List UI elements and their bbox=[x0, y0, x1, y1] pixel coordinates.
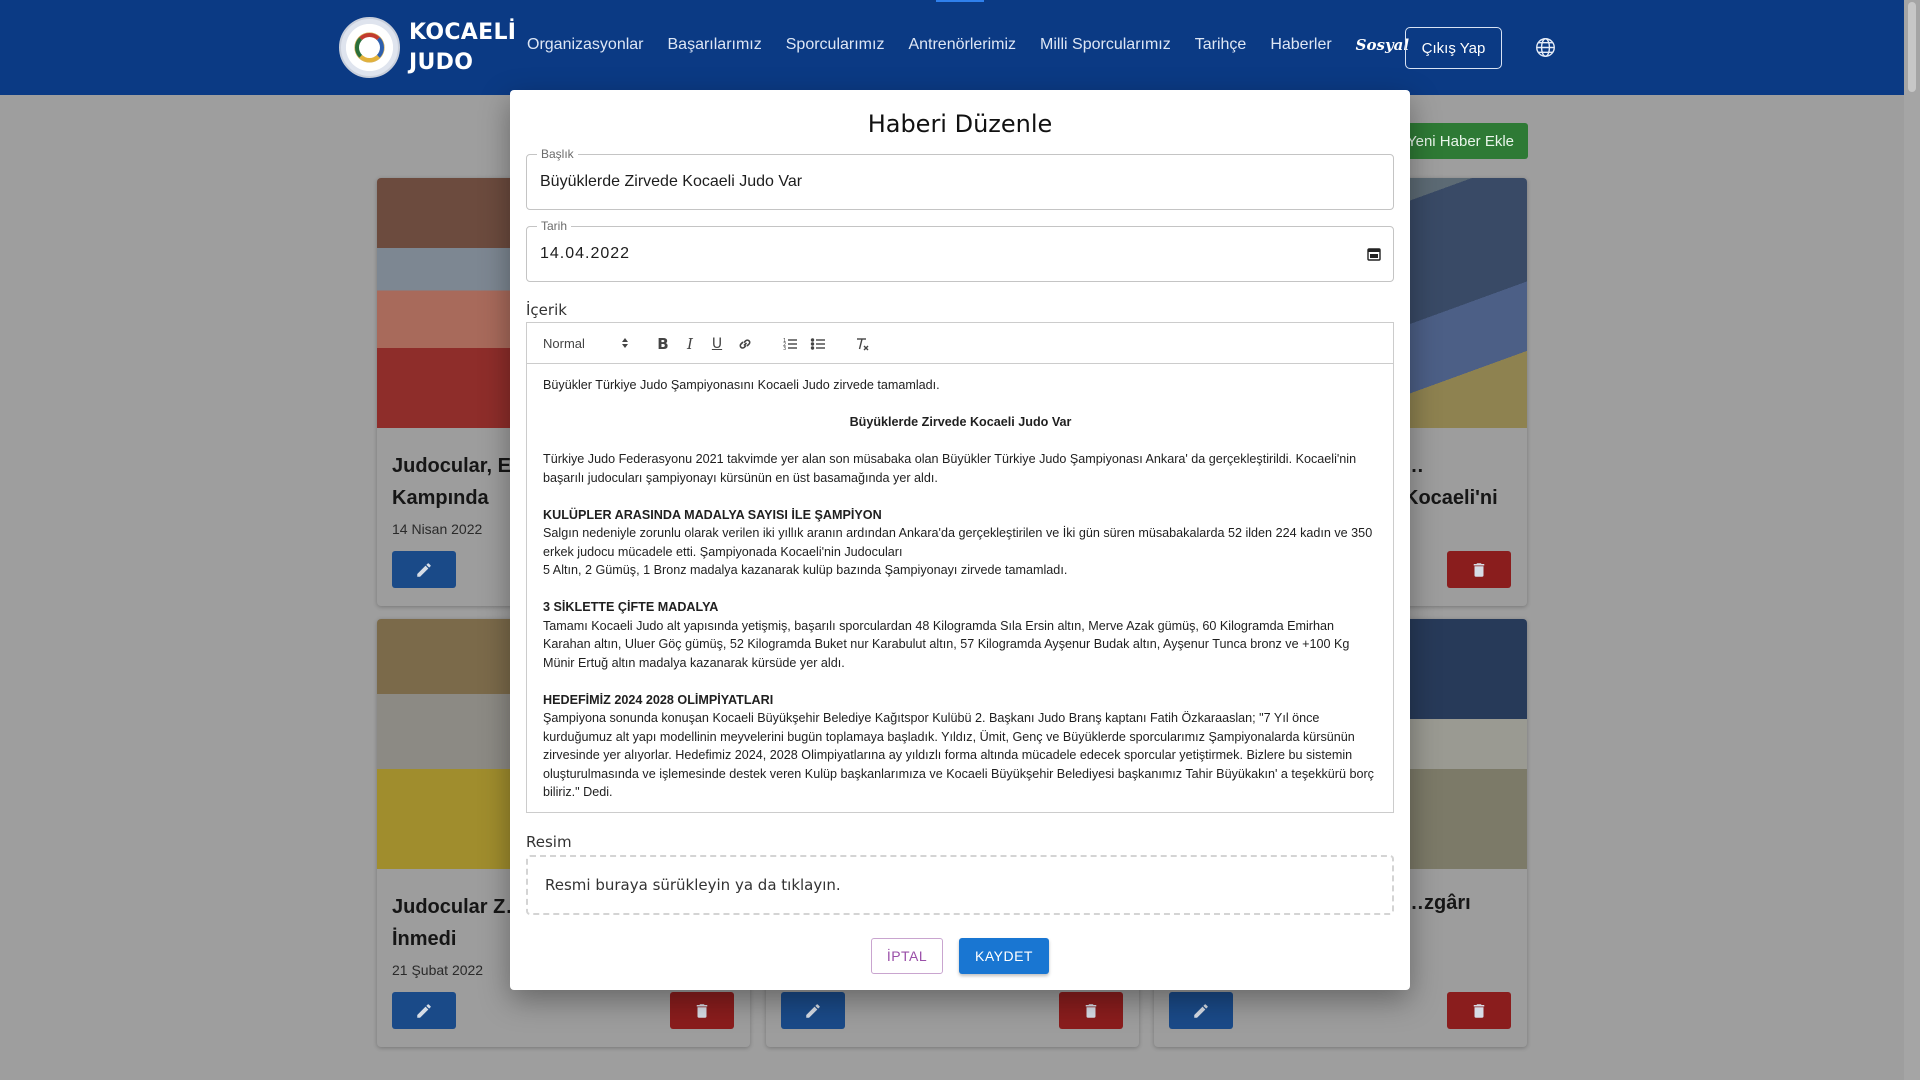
trash-icon bbox=[1473, 562, 1485, 577]
date-field-label: Tarih bbox=[537, 219, 572, 233]
content-intro: Büyükler Türkiye Judo Şampiyonasını Koca… bbox=[543, 378, 940, 392]
content-label: İçerik bbox=[526, 301, 567, 319]
edit-news-button[interactable] bbox=[392, 551, 456, 588]
nav-antrenorlerimiz[interactable]: Antrenörlerimiz bbox=[908, 36, 1016, 54]
editor-content[interactable]: Büyükler Türkiye Judo Şampiyonasını Koca… bbox=[543, 376, 1378, 802]
nav-tarihce[interactable]: Tarihçe bbox=[1195, 36, 1247, 54]
content-heading: 3 SİKLETTE ÇİFTE MADALYA bbox=[543, 600, 719, 614]
save-button[interactable]: KAYDET bbox=[959, 938, 1049, 974]
brand-name[interactable]: KOCAELİ JUDO bbox=[409, 18, 516, 78]
link-icon bbox=[739, 339, 751, 349]
format-select-value: Normal bbox=[543, 335, 585, 351]
logout-button[interactable]: Çıkış Yap bbox=[1405, 27, 1502, 69]
content-paragraph: Tamamı Kocaeli Judo alt yapısında yetişm… bbox=[543, 618, 1350, 670]
delete-news-button[interactable] bbox=[1447, 551, 1511, 588]
edit-news-dialog: Haberi Düzenle Başlık Tarih 14.04.2022 İ… bbox=[510, 90, 1410, 990]
delete-news-button[interactable] bbox=[1447, 992, 1511, 1029]
ordered-list-button[interactable]: 1 2 3 bbox=[780, 334, 800, 354]
nav-active-indicator bbox=[936, 0, 984, 2]
title-field[interactable]: Başlık bbox=[526, 147, 1394, 210]
nav-organizasyonlar[interactable]: Organizasyonlar bbox=[527, 36, 644, 54]
nav-sosyal[interactable]: Sosyal bbox=[1356, 36, 1409, 54]
content-heading: KULÜPLER ARASINDA MADALYA SAYISI İLE ŞAM… bbox=[543, 507, 882, 522]
rich-text-editor[interactable]: Normal B I U 1 2 3 Büyükler Türkiye Judo… bbox=[526, 322, 1394, 813]
content-paragraph: Şampiyona sonunda konuşan Kocaeli Büyükş… bbox=[543, 711, 1374, 799]
title-field-label: Başlık bbox=[537, 147, 578, 161]
delete-news-button[interactable] bbox=[1059, 992, 1123, 1029]
bullet-list-button[interactable] bbox=[808, 334, 828, 354]
edit-news-button[interactable] bbox=[781, 992, 845, 1029]
brand-line-2: JUDO bbox=[409, 50, 474, 75]
trash-icon bbox=[696, 1003, 708, 1018]
ordered-list-icon: 1 2 3 bbox=[783, 338, 797, 352]
title-input[interactable] bbox=[540, 173, 1360, 191]
clear-format-icon bbox=[857, 338, 869, 351]
date-field[interactable]: Tarih 14.04.2022 bbox=[526, 219, 1394, 282]
bullet-list-icon bbox=[810, 338, 825, 350]
trash-icon bbox=[1473, 1003, 1485, 1018]
bold-button[interactable]: B bbox=[653, 334, 673, 354]
dialog-title: Haberi Düzenle bbox=[867, 110, 1053, 138]
nav-milli-sporcularimiz[interactable]: Milli Sporcularımız bbox=[1040, 36, 1171, 54]
editor-toolbar: Normal B I U 1 2 3 bbox=[527, 323, 1393, 364]
brand-line-1: KOCAELİ bbox=[409, 20, 517, 45]
italic-button[interactable]: I bbox=[680, 334, 700, 354]
image-label: Resim bbox=[526, 833, 572, 851]
nav-links: Organizasyonlar Başarılarımız Sporcuları… bbox=[527, 36, 1433, 54]
image-dropzone[interactable]: Resmi buraya sürükleyin ya da tıklayın. bbox=[526, 855, 1394, 915]
content-paragraph: Salgın nedeniyle zorunlu olarak verilen … bbox=[543, 526, 1373, 559]
news-card-date: 14 Nisan 2022 bbox=[392, 521, 483, 537]
format-select[interactable]: Normal bbox=[543, 333, 629, 353]
pencil-icon bbox=[1194, 1003, 1208, 1018]
globe-icon[interactable] bbox=[1535, 37, 1556, 58]
underline-button[interactable]: U bbox=[707, 334, 727, 354]
news-card-title: …Kocaeli'ni bbox=[1404, 455, 1498, 509]
navbar: KOCAELİ JUDO Organizasyonlar Başarılarım… bbox=[0, 0, 1904, 95]
page-scrollbar[interactable] bbox=[1904, 0, 1920, 1080]
edit-news-button[interactable] bbox=[1169, 992, 1233, 1029]
content-heading: HEDEFİMİZ 2024 2028 OLİMPİYATLARI bbox=[543, 692, 774, 707]
sort-arrows-icon bbox=[622, 338, 628, 348]
svg-text:3: 3 bbox=[783, 346, 786, 352]
edit-news-button[interactable] bbox=[392, 992, 456, 1029]
nav-haberler[interactable]: Haberler bbox=[1270, 36, 1331, 54]
link-button[interactable] bbox=[735, 334, 755, 354]
kocaeli-judo-logo[interactable] bbox=[339, 17, 400, 78]
news-card-date: 21 Şubat 2022 bbox=[392, 962, 484, 978]
nav-sporcularimiz[interactable]: Sporcularımız bbox=[786, 36, 885, 54]
scrollbar-thumb[interactable] bbox=[1908, 2, 1916, 92]
clear-format-button[interactable] bbox=[852, 334, 872, 354]
calendar-icon[interactable] bbox=[1367, 247, 1381, 261]
nav-basarilarimiz[interactable]: Başarılarımız bbox=[668, 36, 762, 54]
pencil-icon bbox=[806, 1003, 820, 1018]
content-paragraph: 5 Altın, 2 Gümüş, 1 Bronz madalya kazana… bbox=[543, 563, 1068, 577]
news-card-title: …zgârı bbox=[1404, 892, 1471, 914]
cancel-button[interactable]: İPTAL bbox=[871, 938, 943, 974]
pencil-icon bbox=[417, 1003, 431, 1018]
date-input[interactable]: 14.04.2022 bbox=[540, 245, 1360, 263]
content-centered-title: Büyüklerde Zirvede Kocaeli Judo Var bbox=[849, 415, 1072, 429]
pencil-icon bbox=[417, 562, 431, 577]
delete-news-button[interactable] bbox=[670, 992, 734, 1029]
content-paragraph: Türkiye Judo Federasyonu 2021 takvimde y… bbox=[543, 452, 1357, 485]
trash-icon bbox=[1085, 1003, 1097, 1018]
